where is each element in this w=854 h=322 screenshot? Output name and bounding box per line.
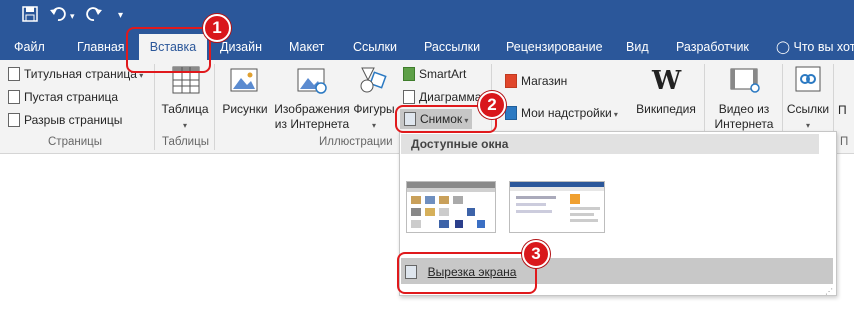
- online-pictures-label-2: из Интернета: [274, 117, 350, 131]
- annotation-badge-1: 1: [203, 14, 231, 42]
- smartart-icon: [403, 67, 415, 81]
- table-label: Таблица: [161, 102, 209, 116]
- pictures-button[interactable]: Рисунки: [219, 102, 271, 117]
- tab-mailings[interactable]: Рассылки: [418, 34, 486, 60]
- annotation-highlight-3: [397, 252, 537, 294]
- links-label: Ссылки: [786, 102, 830, 116]
- chevron-down-icon: ▾: [611, 110, 618, 119]
- chevron-down-icon: ▾: [182, 121, 187, 130]
- online-video-button[interactable]: Видео из Интернета: [708, 102, 780, 132]
- cut-off-button[interactable]: П: [838, 100, 847, 120]
- group-label-tables: Таблицы: [162, 136, 209, 148]
- page-break-icon: [8, 113, 20, 127]
- chart-button[interactable]: Диаграмма: [403, 87, 481, 107]
- online-pictures-label-1: Изображения: [274, 102, 350, 116]
- group-label-cut: П: [840, 136, 849, 148]
- annotation-badge-2: 2: [478, 91, 506, 119]
- cover-page-icon: [8, 67, 20, 81]
- online-pictures-icon: [297, 66, 327, 97]
- annotation-highlight-1: [126, 27, 211, 73]
- available-windows-header: Доступные окна: [401, 134, 819, 154]
- undo-dropdown-icon[interactable]: ▾: [70, 6, 75, 26]
- tell-me-text: Что вы хоти: [793, 40, 854, 54]
- tab-review[interactable]: Рецензирование: [500, 34, 609, 60]
- customize-icon[interactable]: ▾: [118, 6, 123, 26]
- smartart-label: SmartArt: [419, 67, 467, 81]
- store-label: Магазин: [521, 74, 568, 88]
- window-thumbnail-1[interactable]: [406, 181, 496, 233]
- blank-page-label: Пустая страница: [24, 90, 119, 104]
- my-addins-button[interactable]: Мои надстройки ▾: [505, 103, 618, 123]
- shapes-icon: [358, 64, 388, 97]
- tab-references[interactable]: Ссылки: [347, 34, 403, 60]
- chart-label: Диаграмма: [419, 90, 482, 104]
- redo-icon[interactable]: [86, 6, 102, 28]
- lightbulb-icon: ◯: [776, 40, 790, 54]
- tab-file[interactable]: Файл: [8, 34, 51, 60]
- online-pictures-button[interactable]: Изображения из Интернета: [272, 102, 352, 132]
- shapes-label: Фигуры: [353, 102, 395, 116]
- my-addins-label: Мои надстройки: [521, 106, 612, 120]
- blank-page-icon: [8, 90, 20, 104]
- group-label-pages: Страницы: [48, 136, 102, 148]
- page-break-button[interactable]: Разрыв страницы: [8, 110, 122, 130]
- group-label-illustrations: Иллюстрации: [319, 136, 393, 148]
- shapes-button[interactable]: Фигуры ▾: [350, 102, 398, 133]
- annotation-badge-3: 3: [522, 240, 550, 268]
- table-button[interactable]: Таблица ▾: [160, 102, 210, 133]
- cover-page-label: Титульная страница: [24, 67, 137, 81]
- cover-page-button[interactable]: Титульная страница ▾: [8, 64, 143, 84]
- online-video-label-2: Интернета: [714, 117, 774, 131]
- save-icon[interactable]: [22, 6, 38, 28]
- smartart-button[interactable]: SmartArt: [403, 64, 466, 84]
- online-video-label-1: Видео из: [718, 102, 770, 116]
- store-icon: [505, 74, 517, 88]
- wikipedia-icon: W: [652, 66, 682, 96]
- window-thumbnail-2[interactable]: [509, 181, 605, 233]
- wikipedia-button[interactable]: Википедия: [630, 102, 702, 117]
- chevron-down-icon: ▾: [805, 121, 810, 130]
- addins-icon: [505, 106, 517, 120]
- pictures-icon: [230, 66, 258, 97]
- tab-view[interactable]: Вид: [620, 34, 655, 60]
- store-button[interactable]: Магазин: [505, 71, 567, 91]
- links-icon: [795, 66, 821, 95]
- chart-icon: [403, 90, 415, 104]
- tab-layout[interactable]: Макет: [283, 34, 330, 60]
- tab-home[interactable]: Главная: [71, 34, 131, 60]
- resize-grip-icon[interactable]: ⋰: [825, 287, 833, 296]
- group-separator: [214, 64, 215, 150]
- tell-me-box[interactable]: ◯ Что вы хоти: [770, 34, 854, 60]
- links-button[interactable]: Ссылки ▾: [784, 102, 832, 133]
- chevron-down-icon: ▾: [371, 121, 376, 130]
- undo-icon[interactable]: [50, 6, 68, 28]
- tab-developer[interactable]: Разработчик: [670, 34, 755, 60]
- blank-page-button[interactable]: Пустая страница: [8, 87, 118, 107]
- page-break-label: Разрыв страницы: [24, 113, 123, 127]
- online-video-icon: [730, 66, 760, 97]
- group-separator: [154, 64, 155, 150]
